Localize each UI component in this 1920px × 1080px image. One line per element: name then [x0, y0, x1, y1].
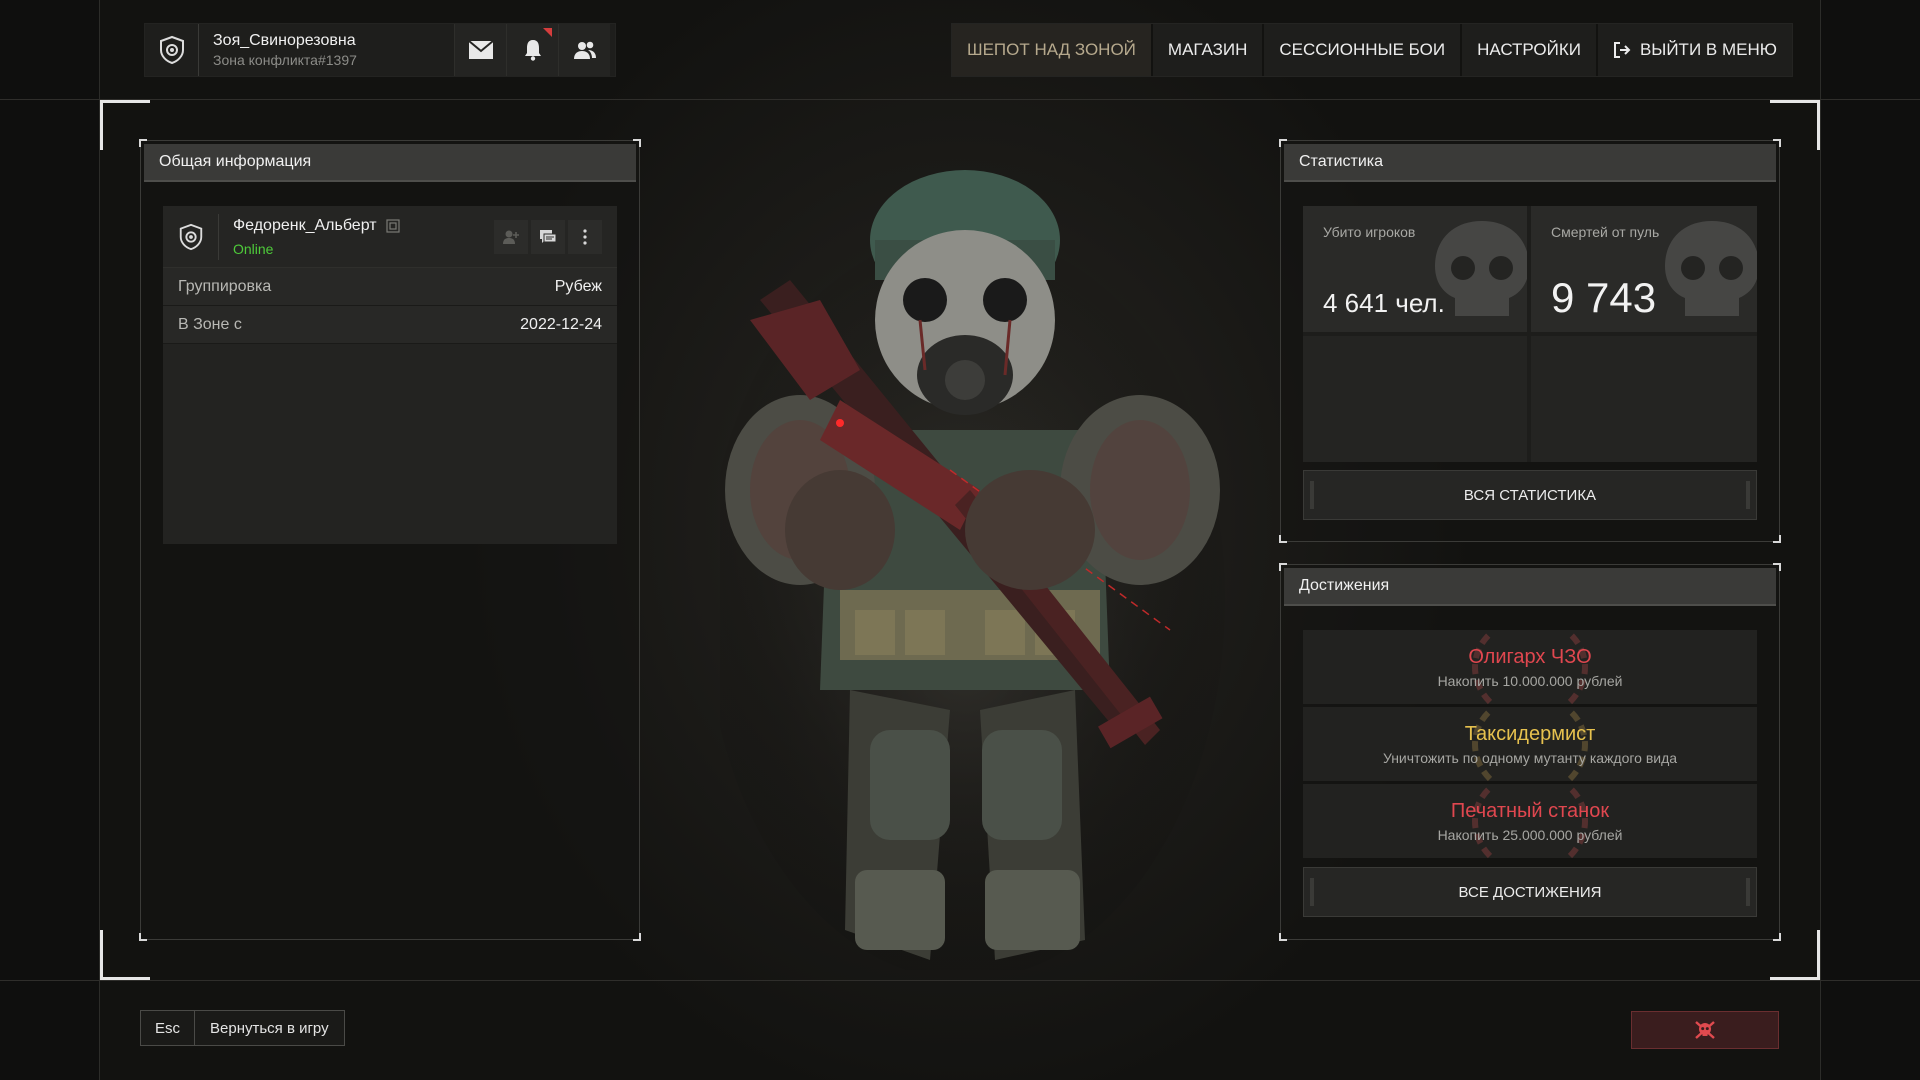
return-to-game-button[interactable]: Esc Вернуться в игру	[140, 1010, 345, 1046]
message-button[interactable]	[531, 219, 565, 254]
achievement-item[interactable]: Олигарх ЧЗО Накопить 10.000.000 рублей	[1303, 630, 1757, 704]
notification-indicator	[543, 28, 552, 37]
add-friend-button[interactable]	[494, 219, 528, 254]
achievement-title: Олигарх ЧЗО	[1468, 646, 1592, 668]
achievement-desc: Уничтожить по одному мутанту каждого вид…	[1382, 750, 1678, 766]
stat-deaths: Смертей от пуль 9 743	[1531, 206, 1757, 332]
user-row: Федоренк_Альберт Online	[163, 206, 617, 268]
top-divider	[0, 99, 1920, 100]
user-card: Федоренк_Альберт Online Группировка Рубе…	[163, 206, 617, 544]
stat-empty-slot-1	[1303, 336, 1527, 462]
player-profile-bar: Зоя_Свинорезовна Зона конфликта#1397	[145, 24, 615, 76]
info-key-faction: Группировка	[178, 277, 272, 295]
deaths-value: 9 743	[1551, 274, 1657, 321]
friends-icon	[573, 41, 596, 59]
info-key-in-zone-since: В Зоне с	[178, 315, 242, 333]
bell-icon	[524, 40, 541, 61]
info-row-faction: Группировка Рубеж	[163, 268, 617, 306]
stat-grid: Убито игроков 4 641 чел. Смертей от пуль…	[1303, 206, 1757, 462]
info-value-faction: Рубеж	[554, 277, 602, 295]
nav-session-battles[interactable]: СЕССИОННЫЕ БОИ	[1262, 24, 1460, 76]
skull-icon	[1665, 221, 1757, 316]
character-model	[705, 170, 1300, 980]
friends-button[interactable]	[558, 24, 610, 76]
achievement-title: Печатный станок	[1450, 800, 1610, 822]
achievement-item[interactable]: Таксидермист Уничтожить по одному мутант…	[1303, 707, 1757, 781]
more-options-button[interactable]	[568, 219, 602, 254]
general-info-title: Общая информация	[144, 144, 636, 182]
user-emblem-icon	[163, 213, 219, 260]
nav-settings[interactable]: НАСТРОЙКИ	[1460, 24, 1596, 76]
achievement-item[interactable]: Печатный станок Накопить 25.000.000 рубл…	[1303, 784, 1757, 858]
statistics-title: Статистика	[1284, 144, 1776, 182]
stat-empty-slot-2	[1531, 336, 1757, 462]
kills-label: Убито игроков	[1323, 224, 1416, 240]
achievements-title: Достижения	[1284, 568, 1776, 606]
deaths-label: Смертей от пуль	[1551, 224, 1660, 240]
player-zone: Зона конфликта#1397	[213, 52, 357, 68]
skull-crossbones-icon	[1695, 1021, 1715, 1039]
esc-key-hint: Esc	[141, 1011, 195, 1045]
exit-label: ВЫЙТИ В МЕНЮ	[1639, 40, 1777, 59]
shield-emblem-icon[interactable]	[145, 24, 199, 76]
all-achievements-button[interactable]: ВСЕ ДОСТИЖЕНИЯ	[1303, 867, 1757, 917]
mail-button[interactable]	[454, 24, 506, 76]
achievement-title: Таксидермист	[1464, 723, 1596, 745]
info-value-in-zone-since: 2022-12-24	[520, 315, 602, 333]
stat-kills: Убито игроков 4 641 чел.	[1303, 206, 1527, 332]
return-to-game-label: Вернуться в игру	[210, 1019, 329, 1037]
nav-exit-to-menu[interactable]: ВЫЙТИ В МЕНЮ	[1595, 24, 1792, 76]
achievement-desc: Накопить 25.000.000 рублей	[1437, 827, 1623, 843]
user-status: Online	[233, 240, 274, 257]
exit-icon	[1613, 42, 1631, 58]
all-statistics-label: ВСЯ СТАТИСТИКА	[1463, 486, 1597, 504]
kills-value: 4 641 чел.	[1323, 288, 1445, 318]
mail-icon	[467, 40, 494, 59]
more-vertical-icon	[583, 228, 587, 245]
nav-shop[interactable]: МАГАЗИН	[1150, 24, 1262, 76]
danger-skull-button[interactable]	[1631, 1011, 1779, 1049]
copy-icon[interactable]	[385, 218, 400, 233]
all-achievements-label: ВСЕ ДОСТИЖЕНИЯ	[1458, 883, 1602, 901]
right-border-panel	[1820, 0, 1920, 1080]
all-statistics-button[interactable]: ВСЯ СТАТИСТИКА	[1303, 470, 1757, 520]
player-name: Зоя_Свинорезовна	[213, 32, 356, 49]
info-row-in-zone-since: В Зоне с 2022-12-24	[163, 306, 617, 344]
left-border-panel	[0, 0, 100, 1080]
add-friend-icon	[503, 230, 519, 244]
chat-icon	[540, 229, 557, 243]
achievement-desc: Накопить 10.000.000 рублей	[1437, 673, 1623, 689]
notifications-button[interactable]	[506, 24, 558, 76]
user-name: Федоренк_Альберт	[233, 216, 377, 234]
bottom-divider	[0, 980, 1920, 981]
nav-whisper-over-zone[interactable]: ШЕПОТ НАД ЗОНОЙ	[952, 24, 1151, 76]
top-navigation: ШЕПОТ НАД ЗОНОЙ МАГАЗИН СЕССИОННЫЕ БОИ Н…	[952, 24, 1792, 76]
